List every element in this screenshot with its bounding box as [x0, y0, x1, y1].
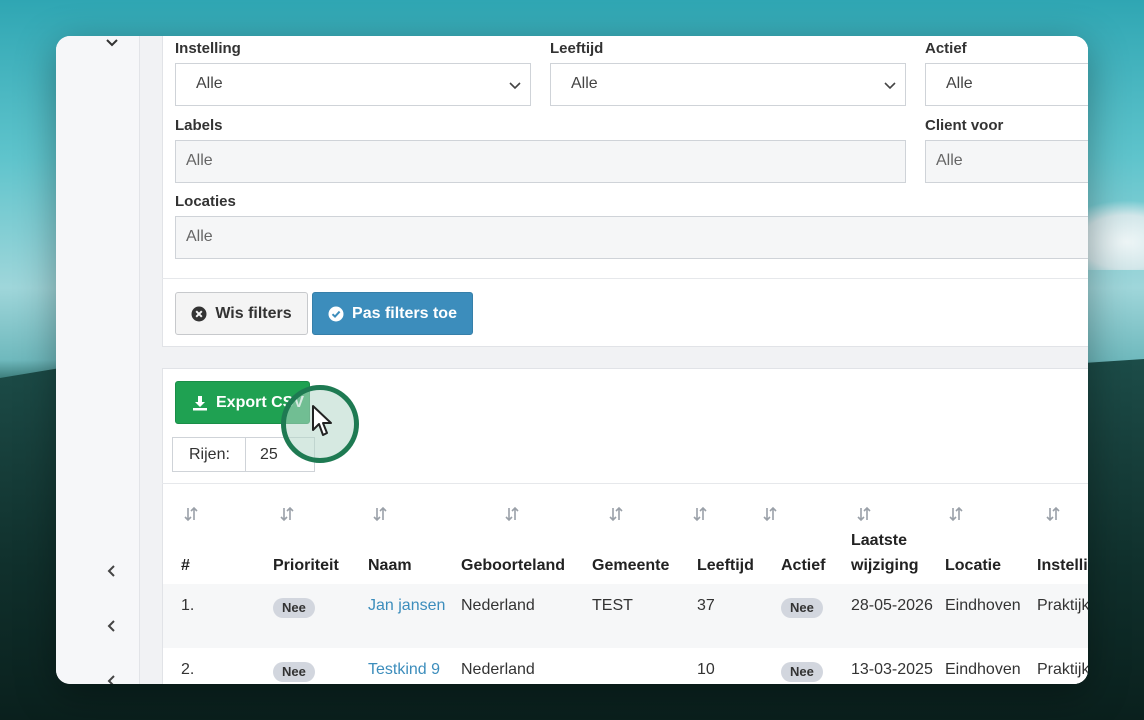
apply-filters-button[interactable]: Pas filters toe: [312, 292, 473, 335]
sort-icon[interactable]: [1046, 506, 1060, 522]
cell-laatste-wijziging: 13-03-2025: [851, 661, 933, 678]
cell-geboorteland: Nederland: [461, 661, 535, 678]
rows-value: 25: [260, 446, 278, 463]
header-laatste-wijziging[interactable]: Laatste wijziging: [851, 528, 919, 578]
cell-naam-link[interactable]: Testkind 9: [368, 661, 440, 679]
leeftijd-select[interactable]: Alle: [550, 63, 906, 106]
chevron-down-icon[interactable]: [104, 36, 120, 50]
sort-icon[interactable]: [693, 506, 707, 522]
status-badge: Nee: [781, 662, 823, 682]
header-laatste-line2: wijziging: [851, 557, 919, 574]
instelling-label: Instelling: [175, 40, 241, 57]
times-circle-icon: [191, 306, 207, 321]
sort-icon[interactable]: [857, 506, 871, 522]
sort-icon[interactable]: [949, 506, 963, 522]
sort-icon[interactable]: [280, 506, 294, 522]
header-leeftijd[interactable]: Leeftijd: [697, 553, 754, 578]
cell-leeftijd: 10: [697, 661, 715, 678]
cell-locatie: Eindhoven: [945, 661, 1021, 678]
cell-number: 2.: [181, 661, 195, 678]
chevron-left-icon[interactable]: [104, 618, 120, 634]
instelling-select[interactable]: Alle: [175, 63, 531, 106]
main-content: Instelling Alle Leeftijd Alle Actief All…: [140, 36, 1088, 684]
client-voor-label: Client voor: [925, 117, 1004, 134]
header-geboorteland[interactable]: Geboorteland: [461, 553, 565, 578]
chevron-down-icon: [509, 82, 521, 90]
cell-number: 1.: [181, 597, 195, 614]
header-gemeente[interactable]: Gemeente: [592, 553, 669, 578]
header-instelling[interactable]: Instelling: [1037, 553, 1088, 578]
locaties-placeholder: Alle: [186, 228, 213, 245]
header-actief[interactable]: Actief: [781, 553, 825, 578]
header-laatste-line1: Laatste: [851, 532, 908, 549]
rows-label: Rijen:: [173, 438, 246, 471]
table-divider: [162, 483, 1088, 484]
filter-divider: [162, 278, 1088, 279]
client-voor-input[interactable]: Alle: [925, 140, 1088, 183]
cell-instelling: Praktijk: [1037, 597, 1088, 614]
cell-laatste-wijziging: 28-05-2026: [851, 597, 933, 614]
instelling-value: Alle: [196, 75, 223, 92]
header-prioriteit[interactable]: Prioriteit: [273, 553, 339, 578]
cell-gemeente: TEST: [592, 597, 633, 614]
cell-leeftijd: 37: [697, 597, 715, 614]
download-icon: [193, 395, 207, 410]
leeftijd-value: Alle: [571, 75, 598, 92]
sort-icon[interactable]: [763, 506, 777, 522]
check-circle-icon: [328, 306, 344, 321]
labels-placeholder: Alle: [186, 152, 213, 169]
status-badge: Nee: [781, 598, 823, 618]
header-number: #: [181, 557, 190, 574]
cell-locatie: Eindhoven: [945, 597, 1021, 614]
sort-icon[interactable]: [609, 506, 623, 522]
status-badge: Nee: [273, 662, 315, 682]
client-voor-placeholder: Alle: [936, 152, 963, 169]
actief-select[interactable]: Alle: [925, 63, 1088, 106]
labels-label: Labels: [175, 117, 223, 134]
locaties-input[interactable]: Alle: [175, 216, 1088, 259]
cell-naam-link[interactable]: Jan jansen: [368, 597, 445, 615]
mouse-pointer-icon: [312, 405, 332, 436]
locaties-label: Locaties: [175, 193, 236, 210]
clear-filters-button[interactable]: Wis filters: [175, 292, 308, 335]
sort-icon[interactable]: [184, 506, 198, 522]
chevron-left-icon[interactable]: [104, 563, 120, 579]
app-window: Instelling Alle Leeftijd Alle Actief All…: [56, 36, 1088, 684]
leeftijd-label: Leeftijd: [550, 40, 604, 57]
header-naam[interactable]: Naam: [368, 553, 412, 578]
sort-icon[interactable]: [373, 506, 387, 522]
status-badge: Nee: [273, 598, 315, 618]
sort-icon[interactable]: [505, 506, 519, 522]
chevron-left-icon[interactable]: [104, 673, 120, 684]
actief-label: Actief: [925, 40, 967, 57]
actief-value: Alle: [946, 75, 973, 92]
labels-input[interactable]: Alle: [175, 140, 906, 183]
header-locatie[interactable]: Locatie: [945, 553, 1001, 578]
chevron-down-icon: [884, 82, 896, 90]
apply-filters-label: Pas filters toe: [352, 304, 457, 322]
clear-filters-label: Wis filters: [215, 304, 292, 322]
sidebar: [56, 36, 140, 684]
cell-instelling: Praktijk: [1037, 661, 1088, 678]
cell-geboorteland: Nederland: [461, 597, 535, 614]
